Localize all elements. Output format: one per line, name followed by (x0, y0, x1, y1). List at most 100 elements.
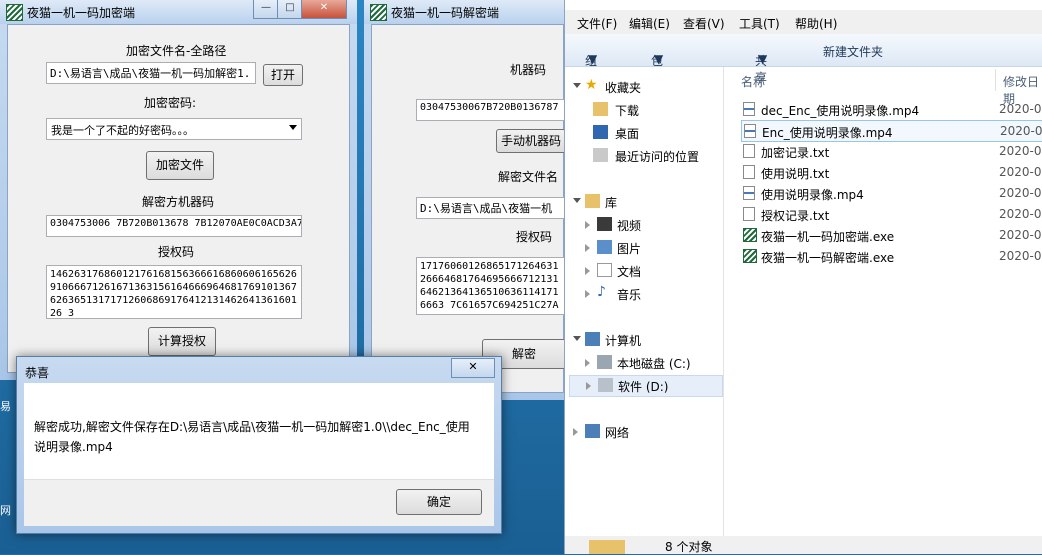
expand-icon[interactable] (585, 359, 590, 367)
nav-documents[interactable]: 文档 (585, 261, 723, 281)
nav-desktop[interactable]: 桌面 (593, 123, 723, 143)
nav-downloads-label: 下载 (615, 104, 640, 118)
encrypt-file-button[interactable]: 加密文件 (146, 151, 214, 180)
nav-computer[interactable]: 计算机 (573, 330, 723, 350)
file-name: 夜猫一机一码解密端.exe (761, 251, 895, 265)
encrypt-window-title: 夜猫一机一码加密端 (27, 6, 136, 20)
machine-code-input[interactable]: 0304753006 7B720B013678 7B12070AE0C0ACD3… (46, 215, 302, 237)
machine-code-input[interactable]: 03047530067B720B0136787 (416, 99, 566, 121)
manual-machine-code-button[interactable]: 手动机器码 (496, 129, 566, 153)
file-date: 2020-0 (999, 102, 1042, 116)
file-date: 2020-0 (999, 186, 1042, 200)
nav-soft-disk-label: 软件 (D:) (618, 380, 669, 394)
nav-network[interactable]: 网络 (573, 422, 723, 442)
expand-icon[interactable] (573, 83, 581, 88)
navigation-pane: ★ 收藏夹 下载 桌面 最近访问的位置 库 视频 图片 文档 ♪ 音乐 计算机 … (565, 67, 724, 554)
expand-icon[interactable] (586, 382, 591, 390)
encrypt-window-titlebar[interactable]: 夜猫一机一码加密端 — □ ✕ (0, 0, 357, 24)
desktop-icon-label[interactable]: 易 (0, 398, 11, 414)
chevron-down-icon[interactable] (289, 125, 297, 130)
explorer-menubar: 文件(F) 编辑(E) 查看(V) 工具(T) 帮助(H) (565, 10, 1042, 34)
nav-videos[interactable]: 视频 (585, 215, 723, 235)
message-dialog: 恭喜 ✕ 解密成功,解密文件保存在D:\易语言\成品\夜猫一机一码加解密1.0\… (16, 356, 502, 534)
column-divider[interactable] (995, 69, 996, 91)
dialog-body: 解密成功,解密文件保存在D:\易语言\成品\夜猫一机一码加解密1.0\\dec_… (24, 383, 494, 526)
decrypt-window-title: 夜猫一机一码解密端 (391, 6, 500, 20)
menu-help[interactable]: 帮助(H) (795, 15, 837, 32)
expand-icon[interactable] (585, 267, 590, 275)
file-name: Enc_使用说明录像.mp4 (762, 126, 893, 140)
minimize-icon[interactable]: — (253, 0, 279, 19)
file-row[interactable]: 加密记录.txt 2020-0 (741, 141, 1042, 161)
file-name: 加密记录.txt (761, 146, 830, 160)
decrypt-window: 夜猫一机一码解密端 机器码 03047530067B720B0136787 手动… (364, 0, 566, 400)
expand-icon[interactable] (585, 244, 590, 252)
dialog-title: 恭喜 (25, 366, 50, 380)
file-row[interactable]: 使用说明录像.mp4 2020-0 (741, 183, 1042, 203)
file-name: 授权记录.txt (761, 209, 830, 223)
file-path-input[interactable]: D:\易语言\成品\夜猫一机一码加解密1. (46, 62, 256, 84)
file-row[interactable]: 使用说明.txt 2020-0 (741, 162, 1042, 182)
expand-icon[interactable] (585, 221, 590, 229)
desktop-icon (593, 125, 608, 139)
auth-code-label: 授权码 (158, 245, 195, 259)
file-row[interactable]: 授权记录.txt 2020-0 (741, 204, 1042, 224)
nav-network-label: 网络 (605, 426, 630, 440)
menu-edit[interactable]: 编辑(E) (629, 15, 670, 32)
nav-soft-disk[interactable]: 软件 (D:) (569, 375, 723, 397)
column-header-name[interactable]: 名称 (741, 73, 765, 90)
nav-favorites[interactable]: ★ 收藏夹 (573, 77, 723, 97)
nav-pictures[interactable]: 图片 (585, 238, 723, 258)
nav-music-label: 音乐 (617, 288, 642, 302)
calc-auth-button[interactable]: 计算授权 (148, 327, 216, 356)
menu-view[interactable]: 查看(V) (683, 15, 725, 32)
decrypt-file-input[interactable]: D:\易语言\成品\夜猫一机 (416, 197, 566, 219)
text-file-icon (743, 144, 755, 158)
explorer-command-bar: 组织▼ 包含到库中▼ 共享▼ 新建文件夹 (565, 34, 1042, 136)
nav-pictures-label: 图片 (617, 242, 642, 256)
close-icon[interactable]: ✕ (301, 0, 347, 19)
nav-recent-label: 最近访问的位置 (615, 150, 700, 164)
nav-music[interactable]: ♪ 音乐 (585, 284, 723, 304)
nav-local-disk[interactable]: 本地磁盘 (C:) (585, 353, 723, 373)
auth-code-textarea[interactable]: 1462631768601217616815636661686060616562… (46, 265, 302, 319)
expand-icon[interactable] (573, 428, 578, 436)
nav-libraries[interactable]: 库 (573, 192, 723, 212)
machine-code-label: 机器码 (510, 63, 547, 77)
menu-file[interactable]: 文件(F) (577, 15, 617, 32)
maximize-icon[interactable]: □ (277, 0, 303, 19)
decrypt-window-titlebar[interactable]: 夜猫一机一码解密端 (364, 0, 564, 24)
video-file-icon (743, 102, 755, 116)
folder-icon (589, 540, 625, 554)
close-icon[interactable]: ✕ (451, 358, 495, 378)
app-icon (370, 4, 387, 21)
file-row[interactable]: dec_Enc_使用说明录像.mp4 2020-0 (741, 99, 1042, 119)
encrypt-window: 夜猫一机一码加密端 — □ ✕ 加密文件名-全路径 D:\易语言\成品\夜猫一机… (0, 0, 357, 380)
nav-downloads[interactable]: 下载 (593, 100, 723, 120)
file-date: 2020-0 (999, 165, 1042, 179)
password-combobox[interactable]: 我是一个了不起的好密码。。。 (46, 118, 302, 140)
expand-icon[interactable] (573, 198, 581, 203)
file-name: 使用说明.txt (761, 167, 830, 181)
expand-icon[interactable] (585, 290, 590, 298)
file-row[interactable]: Enc_使用说明录像.mp4 2020-0 (741, 120, 1042, 142)
text-file-icon (743, 165, 755, 179)
desktop-icon-label[interactable]: 网 (0, 502, 11, 518)
file-row[interactable]: 夜猫一机一码加密端.exe 2020-0 (741, 225, 1042, 245)
auth-code-textarea[interactable]: 1717606012686517126463126664681764695666… (416, 257, 566, 315)
nav-videos-label: 视频 (617, 219, 642, 233)
nav-local-disk-label: 本地磁盘 (C:) (617, 357, 691, 371)
file-row[interactable]: 夜猫一机一码解密端.exe 2020-0 (741, 246, 1042, 266)
hard-drive-icon (598, 378, 613, 392)
video-file-icon (743, 186, 755, 200)
expand-icon[interactable] (573, 336, 581, 341)
ok-button[interactable]: 确定 (396, 489, 482, 515)
hard-drive-icon (597, 355, 612, 369)
nav-recent[interactable]: 最近访问的位置 (593, 146, 723, 166)
nav-desktop-label: 桌面 (615, 127, 640, 141)
file-name: dec_Enc_使用说明录像.mp4 (761, 104, 920, 118)
recent-places-icon (593, 148, 608, 162)
menu-tools[interactable]: 工具(T) (739, 15, 780, 32)
open-button[interactable]: 打开 (263, 64, 303, 86)
new-folder-button[interactable]: 新建文件夹 (823, 43, 883, 60)
